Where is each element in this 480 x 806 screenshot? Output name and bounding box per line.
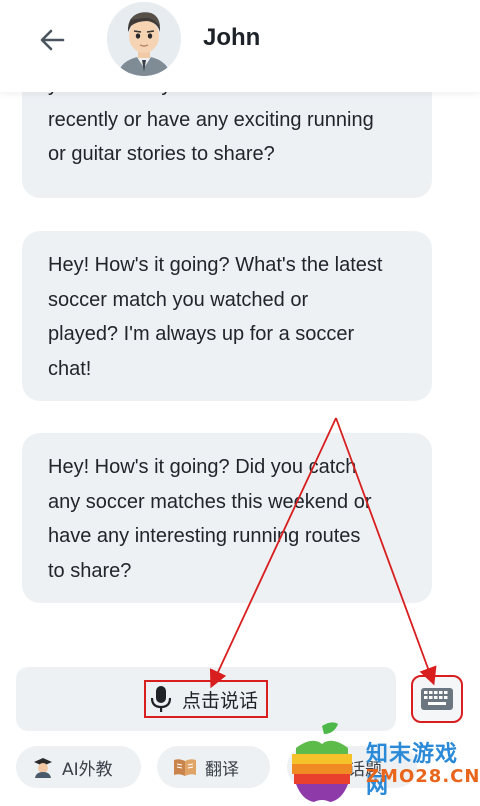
chip-label: 翻译 (205, 759, 239, 780)
message-bubble[interactable]: Hey! How's it going? Did you catch any s… (22, 433, 432, 603)
message-line: Hey! How's it going? Did you catch (48, 456, 357, 478)
message-line: Hey! How's it going? What's the latest (48, 254, 383, 276)
message-list[interactable]: you catch any soccer matches recently or… (0, 60, 480, 650)
avatar[interactable] (107, 2, 181, 76)
message-line: or guitar stories to share? (48, 143, 275, 165)
message-line: soccer match you watched or (48, 288, 309, 311)
message-line: any soccer matches this weekend or (48, 490, 372, 513)
keyboard-icon (421, 688, 453, 710)
message-line: have any interesting running routes (48, 525, 361, 547)
voice-label: 点击说话 (181, 689, 258, 712)
message-line: chat! (48, 357, 92, 380)
voice-highlight-box: 点击说话 (143, 680, 268, 718)
watermark-text-en: ZMO28.CN (366, 766, 480, 787)
ai-teacher-chip[interactable]: AI外教 (16, 746, 141, 788)
translate-chip[interactable]: 翻译 (157, 746, 270, 788)
avatar-illustration (107, 2, 181, 76)
apple-logo-icon (292, 722, 352, 802)
book-icon (174, 759, 196, 776)
message-line: recently or have any exciting running (48, 108, 374, 131)
teacher-icon (34, 758, 52, 778)
arrow-left-icon (40, 29, 65, 51)
chip-label: AI外教 (62, 759, 113, 780)
message-line: played? I'm always up for a soccer (48, 323, 355, 345)
message-line: to share? (48, 559, 132, 582)
chat-header: John (0, 0, 480, 92)
message-bubble[interactable]: Hey! How's it going? What's the latest s… (22, 231, 432, 401)
back-button[interactable] (34, 22, 70, 58)
keyboard-button[interactable] (411, 675, 463, 723)
site-watermark: 知末游戏网 ZMO28.CN (282, 718, 480, 806)
contact-name: John (203, 24, 261, 51)
microphone-icon (150, 686, 172, 712)
